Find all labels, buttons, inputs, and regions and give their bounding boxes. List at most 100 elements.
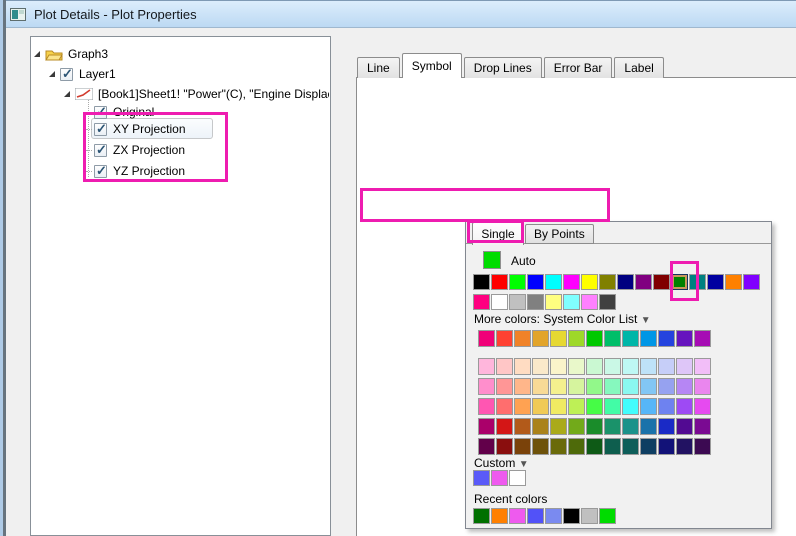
color-swatch[interactable] bbox=[707, 274, 724, 290]
color-swatch[interactable] bbox=[550, 438, 567, 455]
color-swatch[interactable] bbox=[478, 330, 495, 347]
color-swatch[interactable] bbox=[550, 358, 567, 375]
color-swatch[interactable] bbox=[545, 508, 562, 524]
color-picker-popup[interactable]: Single By Points Auto More colors: Syste… bbox=[465, 221, 772, 529]
color-swatch[interactable] bbox=[586, 398, 603, 415]
color-swatch[interactable] bbox=[586, 378, 603, 395]
color-swatch[interactable] bbox=[586, 330, 603, 347]
more-colors-link[interactable]: More colors: System Color List ▼ bbox=[474, 312, 651, 326]
color-swatch[interactable] bbox=[604, 398, 621, 415]
color-swatch[interactable] bbox=[658, 330, 675, 347]
title-bar[interactable]: Plot Details - Plot Properties bbox=[0, 0, 796, 28]
color-swatch[interactable] bbox=[532, 378, 549, 395]
color-swatch[interactable] bbox=[658, 438, 675, 455]
color-swatch[interactable] bbox=[640, 418, 657, 435]
tree-item-xy-projection[interactable]: XY Projection bbox=[86, 120, 186, 138]
auto-label[interactable]: Auto bbox=[511, 254, 536, 268]
expand-arrow-icon[interactable] bbox=[34, 51, 40, 57]
color-swatch[interactable] bbox=[491, 470, 508, 486]
color-swatch[interactable] bbox=[581, 508, 598, 524]
tree-item-zx-projection[interactable]: ZX Projection bbox=[86, 141, 185, 159]
color-swatch[interactable] bbox=[676, 358, 693, 375]
color-swatch[interactable] bbox=[563, 274, 580, 290]
original-checkbox[interactable] bbox=[94, 106, 107, 119]
color-swatch[interactable] bbox=[676, 398, 693, 415]
color-swatch[interactable] bbox=[694, 418, 711, 435]
tab-label[interactable]: Label bbox=[614, 57, 663, 78]
color-swatch[interactable] bbox=[658, 398, 675, 415]
color-swatch[interactable] bbox=[599, 508, 616, 524]
color-swatch[interactable] bbox=[604, 438, 621, 455]
color-swatch[interactable] bbox=[658, 418, 675, 435]
color-swatch[interactable] bbox=[617, 274, 634, 290]
color-swatch[interactable] bbox=[671, 274, 688, 290]
color-swatch[interactable] bbox=[694, 378, 711, 395]
expand-arrow-icon[interactable] bbox=[49, 71, 55, 77]
color-swatch[interactable] bbox=[473, 294, 490, 310]
color-swatch[interactable] bbox=[568, 330, 585, 347]
color-swatch[interactable] bbox=[527, 294, 544, 310]
color-swatch[interactable] bbox=[550, 398, 567, 415]
color-swatch[interactable] bbox=[509, 470, 526, 486]
custom-link[interactable]: Custom ▼ bbox=[474, 456, 529, 470]
color-swatch[interactable] bbox=[640, 398, 657, 415]
tab-single[interactable]: Single bbox=[472, 222, 524, 245]
color-swatch[interactable] bbox=[622, 398, 639, 415]
color-swatch[interactable] bbox=[640, 378, 657, 395]
color-swatch[interactable] bbox=[586, 438, 603, 455]
color-swatch[interactable] bbox=[622, 438, 639, 455]
color-swatch[interactable] bbox=[509, 274, 526, 290]
color-swatch[interactable] bbox=[478, 398, 495, 415]
color-swatch[interactable] bbox=[509, 508, 526, 524]
color-swatch[interactable] bbox=[514, 330, 531, 347]
color-swatch[interactable] bbox=[545, 274, 562, 290]
color-swatch[interactable] bbox=[586, 418, 603, 435]
color-swatch[interactable] bbox=[658, 358, 675, 375]
zx-projection-checkbox[interactable] bbox=[94, 144, 107, 157]
color-swatch[interactable] bbox=[473, 274, 490, 290]
color-swatch[interactable] bbox=[604, 330, 621, 347]
color-swatch[interactable] bbox=[527, 508, 544, 524]
color-swatch[interactable] bbox=[563, 508, 580, 524]
color-swatch[interactable] bbox=[599, 294, 616, 310]
color-swatch[interactable] bbox=[581, 294, 598, 310]
tree-item-plot[interactable]: [Book1]Sheet1! "Power"(C), "Engine Displ… bbox=[64, 85, 329, 103]
expand-arrow-icon[interactable] bbox=[64, 91, 70, 97]
color-swatch[interactable] bbox=[653, 274, 670, 290]
color-swatch[interactable] bbox=[496, 438, 513, 455]
yz-projection-checkbox[interactable] bbox=[94, 165, 107, 178]
color-swatch[interactable] bbox=[676, 330, 693, 347]
color-swatch[interactable] bbox=[676, 438, 693, 455]
color-swatch[interactable] bbox=[491, 274, 508, 290]
tab-drop-lines[interactable]: Drop Lines bbox=[464, 57, 542, 78]
color-swatch[interactable] bbox=[604, 418, 621, 435]
color-swatch[interactable] bbox=[473, 470, 490, 486]
color-swatch[interactable] bbox=[550, 378, 567, 395]
color-swatch[interactable] bbox=[568, 378, 585, 395]
layer1-checkbox[interactable] bbox=[60, 68, 73, 81]
color-swatch[interactable] bbox=[514, 378, 531, 395]
color-swatch[interactable] bbox=[545, 294, 562, 310]
color-swatch[interactable] bbox=[478, 378, 495, 395]
color-swatch[interactable] bbox=[694, 438, 711, 455]
color-swatch[interactable] bbox=[568, 438, 585, 455]
color-swatch[interactable] bbox=[550, 330, 567, 347]
color-swatch[interactable] bbox=[532, 438, 549, 455]
color-swatch[interactable] bbox=[689, 274, 706, 290]
color-swatch[interactable] bbox=[514, 418, 531, 435]
color-swatch[interactable] bbox=[496, 418, 513, 435]
color-swatch[interactable] bbox=[532, 358, 549, 375]
tab-error-bar[interactable]: Error Bar bbox=[544, 57, 613, 78]
color-swatch[interactable] bbox=[514, 358, 531, 375]
color-swatch[interactable] bbox=[658, 378, 675, 395]
color-swatch[interactable] bbox=[491, 294, 508, 310]
color-swatch[interactable] bbox=[527, 274, 544, 290]
color-swatch[interactable] bbox=[604, 358, 621, 375]
color-swatch[interactable] bbox=[725, 274, 742, 290]
color-swatch[interactable] bbox=[694, 358, 711, 375]
color-swatch[interactable] bbox=[514, 438, 531, 455]
color-swatch[interactable] bbox=[514, 398, 531, 415]
color-swatch[interactable] bbox=[622, 358, 639, 375]
color-swatch[interactable] bbox=[478, 418, 495, 435]
color-swatch[interactable] bbox=[676, 418, 693, 435]
